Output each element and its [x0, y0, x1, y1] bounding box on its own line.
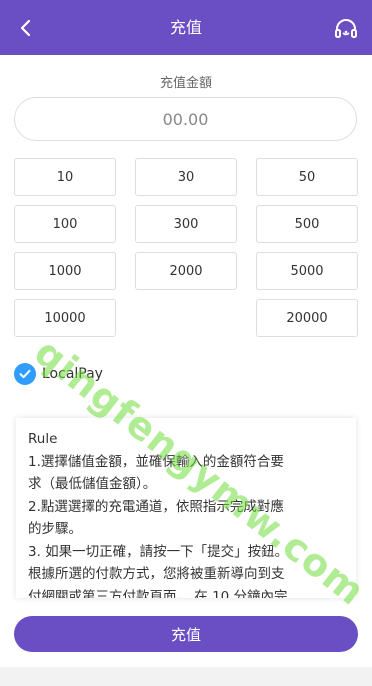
amount-option[interactable]: 10 — [14, 158, 116, 196]
amount-option[interactable]: 20000 — [256, 299, 358, 337]
rule-line: 付網關或第三方付款頁面。 在 10 分鐘內完 — [28, 588, 288, 599]
rule-line: 的步驟。 — [28, 521, 82, 537]
rule-line: 3. 如果一切正確，請按一下「提交」按鈕。 — [28, 543, 289, 560]
amount-input[interactable] — [14, 97, 357, 141]
amount-option[interactable]: 2000 — [135, 252, 237, 290]
amount-label: 充值金額 — [159, 76, 212, 91]
checkmark-icon — [14, 363, 36, 385]
headset-icon[interactable] — [334, 18, 358, 40]
rule-line: 2.點選選擇的充電通道，依照指示完成對應 — [28, 498, 284, 515]
amount-option[interactable]: 5000 — [256, 252, 358, 290]
amount-option[interactable]: 30 — [135, 158, 237, 196]
payment-method-label: LocalPay — [42, 366, 103, 382]
submit-button[interactable]: 充值 — [14, 616, 358, 652]
page-title: 充值 — [169, 18, 202, 37]
header-bar: 充值 — [0, 0, 372, 55]
amount-option[interactable]: 300 — [135, 205, 237, 243]
rules-title: Rule — [28, 431, 58, 447]
amount-option[interactable]: 100 — [14, 205, 116, 243]
payment-method-localpay[interactable]: LocalPay — [14, 362, 103, 386]
rules-panel[interactable]: Rule 1.選擇儲值金額，並確保輸入的金額符合要 求（最低儲值金額）。 2.點… — [16, 418, 356, 598]
amount-option[interactable]: 1000 — [14, 252, 116, 290]
rule-line: 根據所選的付款方式，您將被重新導向到支 — [28, 566, 285, 582]
rule-line: 求（最低儲值金額）。 — [28, 476, 157, 492]
amount-option[interactable]: 10000 — [14, 299, 116, 337]
rule-line: 1.選擇儲值金額，並確保輸入的金額符合要 — [28, 453, 284, 470]
amount-option[interactable]: 500 — [256, 205, 358, 243]
amount-option[interactable]: 50 — [256, 158, 358, 196]
bottom-bar — [0, 667, 372, 686]
